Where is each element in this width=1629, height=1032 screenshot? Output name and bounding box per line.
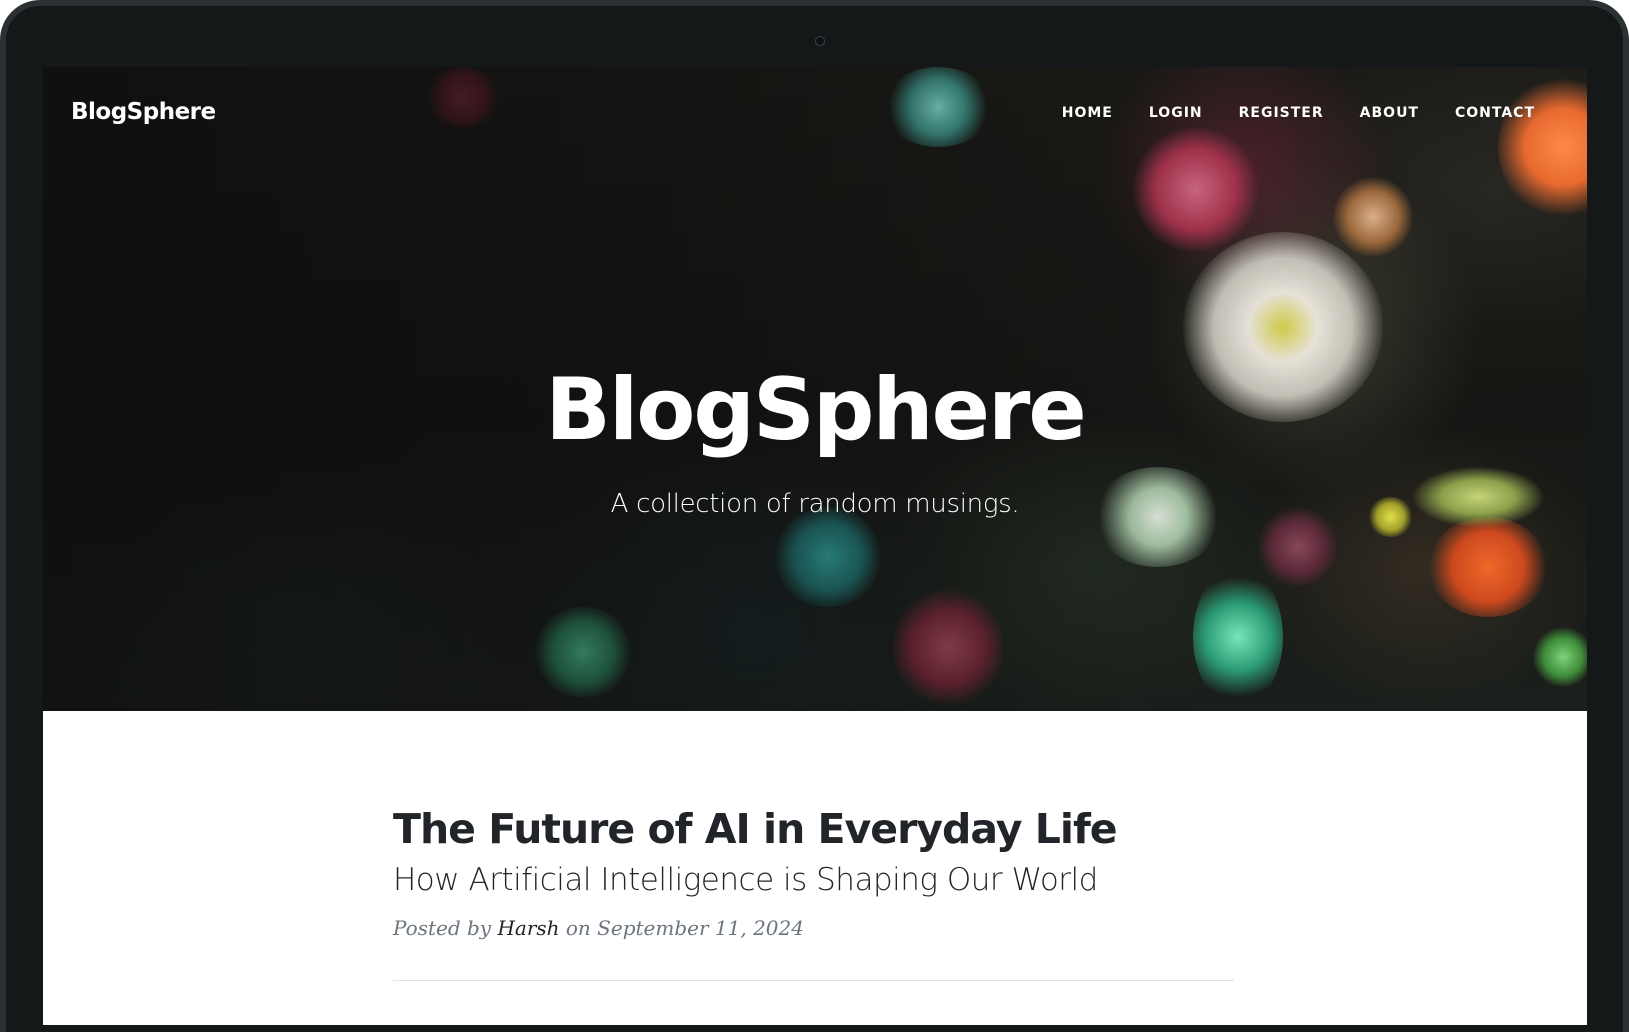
hero-subtitle: A collection of random musings.: [610, 489, 1020, 519]
main-content: The Future of AI in Everyday Life How Ar…: [43, 711, 1587, 1025]
post-date: September 11, 2024: [597, 916, 804, 941]
post-meta-on: on: [565, 916, 591, 941]
post-meta: Posted by Harsh on September 11, 2024: [393, 916, 1234, 940]
brand-link[interactable]: BlogSphere: [71, 99, 216, 125]
post-preview: The Future of AI in Everyday Life How Ar…: [393, 805, 1234, 982]
hero-title: BlogSphere: [545, 360, 1086, 460]
post-title-link[interactable]: The Future of AI in Everyday Life: [393, 805, 1234, 853]
post-meta-prefix: Posted by: [393, 916, 492, 941]
nav-contact-link[interactable]: CONTACT: [1455, 105, 1535, 121]
nav-home-link[interactable]: HOME: [1062, 105, 1113, 121]
post-subtitle[interactable]: How Artificial Intelligence is Shaping O…: [393, 862, 1234, 899]
browser-viewport: BlogSphere HOME LOGIN REGISTER ABOUT CON…: [43, 67, 1587, 1025]
hero-header: BlogSphere HOME LOGIN REGISTER ABOUT CON…: [43, 67, 1587, 711]
nav-login-link[interactable]: LOGIN: [1149, 105, 1203, 121]
camera-icon: [815, 36, 825, 46]
nav-register-link[interactable]: REGISTER: [1239, 105, 1324, 121]
navbar: BlogSphere HOME LOGIN REGISTER ABOUT CON…: [43, 67, 1587, 163]
nav-menu: HOME LOGIN REGISTER ABOUT CONTACT: [1062, 105, 1535, 121]
post-divider: [393, 980, 1234, 982]
nav-about-link[interactable]: ABOUT: [1360, 105, 1419, 121]
post-author-link[interactable]: Harsh: [497, 916, 559, 940]
